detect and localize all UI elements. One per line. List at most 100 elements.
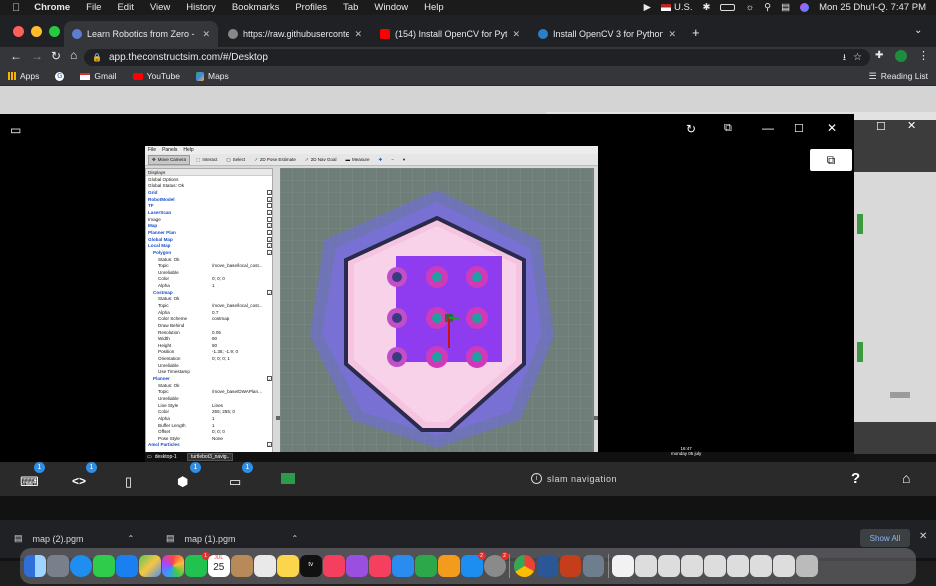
display-value[interactable]: 0; 0; 0; 1 [210,356,270,361]
remove-tool-icon[interactable]: − [388,156,397,163]
display-value[interactable]: 255; 255; 0 [210,409,270,414]
tool-2d-nav-goal[interactable]: ➚ 2D Nav Goal [302,156,340,164]
display-tree-row[interactable]: Resolution 0.05 [146,329,272,336]
numbers-icon[interactable] [415,555,437,577]
display-tree-row[interactable]: Status: Ok [146,382,272,389]
tab-close-icon[interactable]: ✕ [668,29,676,40]
refresh-desktop-icon[interactable]: ↻ [686,122,696,136]
mail-icon[interactable] [116,555,138,577]
display-tree-row[interactable]: Use Timestamp [146,369,272,376]
display-value[interactable]: 1 [210,423,270,428]
bookmark-youtube[interactable]: YouTube [125,71,188,81]
notebook-icon[interactable]: ▯ [125,474,132,490]
display-tree-row[interactable]: Color 255; 255; 0 [146,408,272,415]
display-value[interactable]: 60 [210,343,270,348]
messages-icon[interactable] [93,555,115,577]
display-value[interactable]: /move_base/DWAPlan... [210,389,270,394]
tool-measure[interactable]: ▬ Measure [342,156,372,163]
menu-file[interactable]: File [78,2,109,13]
display-tree-row[interactable]: Status: Ok [146,256,272,263]
zoom-window-icon[interactable] [49,26,60,37]
maximize-icon[interactable]: ☐ [794,122,804,135]
display-tree-row[interactable]: Status: Ok [146,296,272,303]
tool-interact[interactable]: ⬚ Interact [193,156,220,164]
window-thumbnail-icon[interactable] [635,555,657,577]
display-value[interactable]: /move_base/local_cost... [210,303,270,308]
window-thumbnail-icon[interactable] [750,555,772,577]
profile-avatar[interactable] [895,50,907,62]
tab-github-raw[interactable]: https://raw.githubusercontent. ✕ [220,21,370,47]
news-icon[interactable] [369,555,391,577]
finder-icon[interactable] [24,555,46,577]
siri-icon[interactable] [800,3,810,12]
preview-icon[interactable] [582,555,604,577]
display-checkbox[interactable]: ✓ [267,236,272,243]
apple-tv-icon[interactable]: tv [300,555,322,577]
display-value[interactable]: 60 [210,336,270,341]
launchpad-icon[interactable] [47,555,69,577]
rviz-menu-file[interactable]: File [148,147,156,153]
display-value[interactable]: 0; 0; 0 [210,429,270,434]
window-thumbnail-icon[interactable] [727,555,749,577]
display-tree-row[interactable]: Height 60 [146,342,272,349]
display-tree-row[interactable]: Topic/move_base/local_cost... [146,262,272,269]
add-tool-icon[interactable]: ✚ [375,156,385,164]
close-window-icon[interactable] [13,26,24,37]
help-icon[interactable]: ? [851,470,860,487]
display-tree-row[interactable]: Grid ✓ [146,189,272,196]
window-thumbnail-icon[interactable] [773,555,795,577]
battery-icon[interactable] [720,4,736,11]
extensions-icon[interactable]: ✚ [875,50,883,61]
spotlight-icon[interactable]: ⚲ [764,2,771,13]
display-checkbox[interactable]: ✓ [267,442,272,448]
download-item[interactable]: ▤ map (1).pgm ⌃ [166,533,298,544]
display-value[interactable]: 0.7 [210,310,270,315]
home-icon[interactable]: ⌂ [902,470,910,486]
bookmark-maps[interactable]: Maps [188,71,237,81]
minimize-window-icon[interactable] [31,26,42,37]
tab-close-icon[interactable]: ✕ [512,29,520,40]
display-tree-row[interactable]: Pose Style None [146,435,272,442]
menu-edit[interactable]: Edit [109,2,141,13]
music-icon[interactable] [323,555,345,577]
display-value[interactable]: Lines [210,403,270,408]
display-tree-row[interactable]: Topic/move_base/DWAPlan... [146,389,272,396]
graphical-tools-icon[interactable]: ▭ [229,474,241,490]
maps-icon[interactable] [139,555,161,577]
download-options-icon[interactable]: ⌃ [292,534,299,543]
lock-icon[interactable]: 🔒 [92,53,102,62]
code-editor-icon[interactable]: <> [72,474,86,488]
tool-select[interactable]: ▢ Select [223,156,248,164]
display-value[interactable]: 0; 0; 0 [210,276,270,281]
bluetooth-icon[interactable]: ✱ [702,2,710,13]
chrome-icon[interactable] [513,555,535,577]
display-tree-row[interactable]: Unreliable [146,362,272,369]
facetime-icon[interactable]: 1 [185,552,210,577]
menu-profiles[interactable]: Profiles [287,2,335,13]
side-close-icon[interactable]: ✕ [907,119,916,132]
remote-desktop[interactable]: ⧉ File Panels Help ✥ Move Camera ⬚ Interac… [0,146,854,462]
display-checkbox[interactable]: ✓ [267,190,272,196]
keyboard-flag-icon[interactable]: U.S. [660,2,692,13]
pages-icon[interactable] [438,555,460,577]
display-checkbox[interactable]: ✓ [267,289,272,296]
menu-app-name[interactable]: Chrome [26,2,78,13]
display-tree-row[interactable]: Image [146,216,272,223]
word-icon[interactable] [536,555,558,577]
display-value[interactable]: 0.05 [210,330,270,335]
reload-icon[interactable]: ↻ [51,49,61,63]
rviz-menu-panels[interactable]: Panels [162,147,177,153]
menu-clock[interactable]: Mon 25 Dhu'l-Q. 7:47 PM [819,2,926,13]
display-tree-row[interactable]: Buffer Length 1 [146,422,272,429]
close-downloads-icon[interactable]: ✕ [919,531,927,542]
tool-move-camera[interactable]: ✥ Move Camera [148,154,191,165]
rviz-menu-help[interactable]: Help [183,147,193,153]
keynote-icon[interactable] [392,555,414,577]
display-tree-row[interactable]: Alpha 0.7 [146,309,272,316]
bookmark-google[interactable]: G [47,71,72,81]
photos-icon[interactable] [162,555,184,577]
workspace-button[interactable]: ▭ desktop-1 [147,454,177,460]
tab-install-opencv[interactable]: Install OpenCV 3 for Python on ✕ [530,21,684,47]
download-item[interactable]: ▤ map (2).pgm ⌃ [14,533,134,544]
display-checkbox[interactable]: ✓ [267,223,272,229]
